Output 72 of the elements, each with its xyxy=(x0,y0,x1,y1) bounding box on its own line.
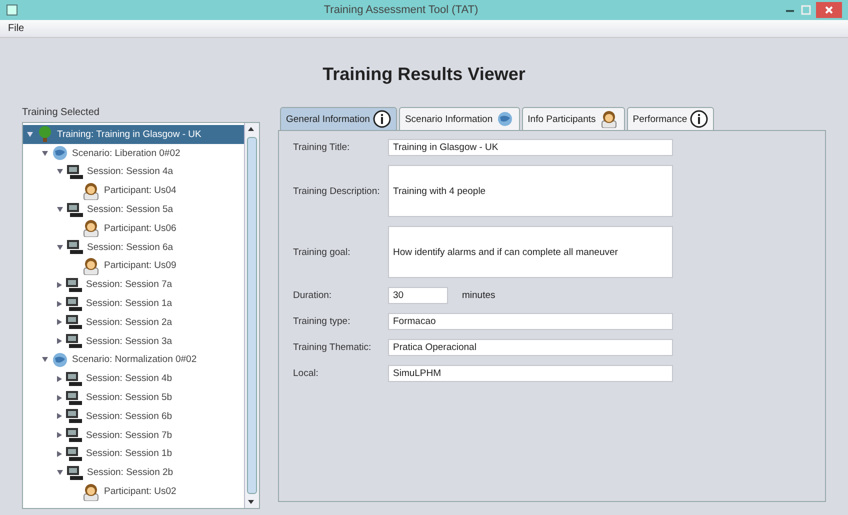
field-label: Training Thematic: xyxy=(293,342,372,353)
input-field[interactable]: How identify alarms and if can complete all maneuver xyxy=(388,226,673,278)
input-field[interactable]: Pratica Operacional xyxy=(388,339,673,356)
field-label: Training Description: xyxy=(293,186,381,196)
person-icon xyxy=(81,482,101,501)
tree-item[interactable]: Session: Session 3a xyxy=(23,332,244,351)
field-label: Local: xyxy=(293,368,320,379)
input-field[interactable]: Training in Glasgow - UK xyxy=(388,139,673,156)
tree-item[interactable]: Session: Session 5a xyxy=(23,200,244,219)
person-icon xyxy=(81,256,101,275)
tab[interactable]: Scenario Information xyxy=(398,107,520,130)
globe-icon xyxy=(51,352,69,368)
globe-icon xyxy=(51,145,69,162)
person-icon xyxy=(598,110,619,128)
tree-item[interactable]: Session: Session 2b xyxy=(23,463,244,482)
computer-icon xyxy=(66,164,84,180)
input-field[interactable]: 30 xyxy=(388,287,448,304)
menu-item[interactable]: File xyxy=(8,23,24,34)
computer-icon xyxy=(66,239,84,256)
computer-icon xyxy=(65,370,83,387)
tree-item[interactable]: Session: Session 7b xyxy=(23,426,244,445)
field-label: Duration: xyxy=(293,290,333,301)
tree-item[interactable]: Participant: Us04 xyxy=(23,181,244,200)
tab[interactable]: Info Participants xyxy=(522,107,625,130)
info-icon xyxy=(690,110,708,128)
expand-toggle-icon[interactable] xyxy=(42,150,48,156)
computer-icon xyxy=(65,314,83,330)
input-field[interactable]: SimuLPHM xyxy=(388,365,673,382)
tree-item[interactable]: Participant: Us02 xyxy=(23,482,244,501)
input-field[interactable]: Formacao xyxy=(388,313,673,330)
tree-item[interactable]: Session: Session 4b xyxy=(23,369,244,388)
tree-item[interactable]: Session: Session 1b xyxy=(23,444,244,464)
tab[interactable]: General Information xyxy=(280,107,397,130)
close-icon[interactable] xyxy=(816,2,842,18)
page-heading: Training Results Viewer xyxy=(322,64,526,85)
tab[interactable]: Performance xyxy=(626,107,714,130)
globe-icon xyxy=(496,111,514,127)
tree-item[interactable]: Participant: Us09 xyxy=(23,256,244,276)
expand-toggle-icon[interactable] xyxy=(42,357,48,362)
computer-icon xyxy=(65,296,83,312)
computer-icon xyxy=(66,464,84,481)
computer-icon xyxy=(66,202,84,218)
info-icon xyxy=(372,110,391,128)
person-icon xyxy=(81,219,101,238)
app-icon xyxy=(6,4,18,16)
unit-label: minutes xyxy=(462,290,496,301)
tree-item[interactable]: Session: Session 6a xyxy=(23,238,244,257)
tree-icon xyxy=(36,126,54,142)
window-title: Training Assessment Tool (TAT) xyxy=(322,4,480,16)
computer-icon xyxy=(65,427,83,444)
field-label: Training Title: xyxy=(293,142,351,153)
tree-item[interactable]: Participant: Us06 xyxy=(23,218,244,238)
tree-item[interactable]: Session: Session 5b xyxy=(23,388,244,407)
tree-item[interactable]: Session: Session 1a xyxy=(23,294,244,313)
computer-icon xyxy=(65,333,83,350)
tree-item[interactable]: Session: Session 4a xyxy=(23,162,244,182)
tree-item[interactable]: Scenario: Normalization 0#02 xyxy=(23,350,244,370)
scrollbar[interactable] xyxy=(244,123,259,508)
person-icon xyxy=(81,182,101,200)
tree-item[interactable]: Scenario: Liberation 0#02 xyxy=(23,144,244,163)
computer-icon xyxy=(65,276,83,293)
tree-item[interactable]: Session: Session 6b xyxy=(23,406,244,426)
input-field[interactable]: Training with 4 people xyxy=(388,165,673,217)
computer-icon xyxy=(65,446,83,462)
tree-item[interactable]: Training: Training in Glasgow - UK xyxy=(23,125,244,144)
tree-item[interactable]: Session: Session 2a xyxy=(23,312,244,332)
tree-label: Training Selected xyxy=(22,107,100,118)
tree-item[interactable]: Session: Session 7a xyxy=(23,275,244,294)
field-label: Training goal: xyxy=(293,246,352,258)
computer-icon xyxy=(65,390,83,406)
field-label: Training type: xyxy=(293,316,352,327)
computer-icon xyxy=(65,408,83,424)
